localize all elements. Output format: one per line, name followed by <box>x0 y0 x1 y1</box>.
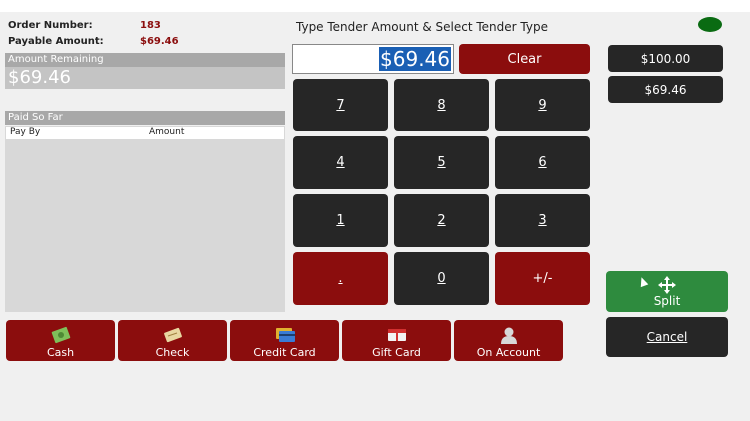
tender-check-label: Check <box>155 346 190 359</box>
on-account-icon <box>500 327 517 344</box>
move-arrows-icon <box>658 275 676 294</box>
key-7[interactable]: 7 <box>293 79 388 131</box>
split-label: Split <box>653 293 681 308</box>
key-6[interactable]: 6 <box>495 136 590 189</box>
tender-prompt: Type Tender Amount & Select Tender Type <box>296 20 548 34</box>
key-3[interactable]: 3 <box>495 194 590 247</box>
order-number-value: 183 <box>140 20 161 31</box>
key-5[interactable]: 5 <box>394 136 489 189</box>
paid-so-far-list: Pay By Amount <box>5 126 285 312</box>
tender-cash-button[interactable]: Cash <box>6 320 115 361</box>
key-1[interactable]: 1 <box>293 194 388 247</box>
quick-amount-100[interactable]: $100.00 <box>608 45 723 72</box>
key-9[interactable]: 9 <box>495 79 590 131</box>
paid-columns-header: Pay By Amount <box>6 127 284 139</box>
payable-amount-row: Payable Amount: $69.46 <box>8 36 179 47</box>
tender-on-account-button[interactable]: On Account <box>454 320 563 361</box>
tender-gift-card-label: Gift Card <box>372 346 421 359</box>
key-0[interactable]: 0 <box>394 252 489 305</box>
key-plus-minus[interactable]: +/- <box>495 252 590 305</box>
cancel-button[interactable]: Cancel <box>606 317 728 357</box>
clear-button[interactable]: Clear <box>459 44 590 74</box>
key-decimal[interactable]: . <box>293 252 388 305</box>
quick-amount-exact[interactable]: $69.46 <box>608 76 723 103</box>
credit-card-icon <box>275 328 295 342</box>
tender-gift-card-button[interactable]: Gift Card <box>342 320 451 361</box>
payable-amount-label: Payable Amount: <box>8 36 104 47</box>
amount-remaining-header: Amount Remaining <box>5 53 285 67</box>
tender-cash-label: Cash <box>46 346 75 359</box>
key-8[interactable]: 8 <box>394 79 489 131</box>
amount-remaining-value: $69.46 <box>5 67 285 89</box>
tender-on-account-label: On Account <box>476 346 541 359</box>
cash-icon <box>51 326 70 344</box>
order-number-label: Order Number: <box>8 20 93 31</box>
tender-amount-input[interactable]: $69.46 <box>292 44 454 74</box>
key-2[interactable]: 2 <box>394 194 489 247</box>
tender-credit-card-label: Credit Card <box>253 346 316 359</box>
status-indicator <box>698 17 722 32</box>
payable-amount-value: $69.46 <box>140 36 179 47</box>
paid-so-far-header: Paid So Far <box>5 111 285 125</box>
cancel-label: Cancel <box>646 330 688 344</box>
top-bar <box>0 0 750 12</box>
split-button[interactable]: Split <box>606 271 728 312</box>
tender-check-button[interactable]: Check <box>118 320 227 361</box>
tender-amount-value: $69.46 <box>379 47 451 71</box>
tender-credit-card-button[interactable]: Credit Card <box>230 320 339 361</box>
gift-card-icon <box>387 329 406 341</box>
column-pay-by: Pay By <box>10 127 41 137</box>
order-number-row: Order Number: 183 <box>8 20 161 31</box>
key-4[interactable]: 4 <box>293 136 388 189</box>
column-amount: Amount <box>149 127 185 137</box>
check-icon <box>163 327 182 343</box>
